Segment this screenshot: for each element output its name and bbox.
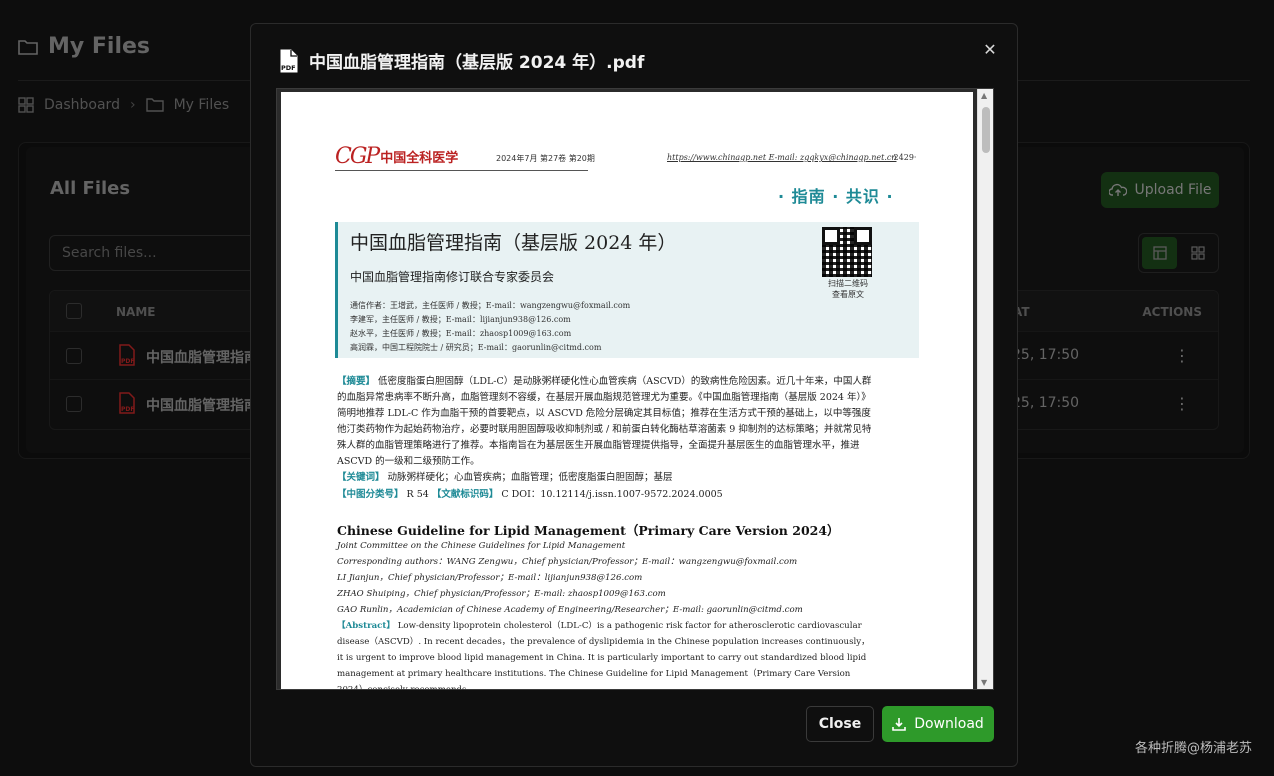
committee-cn: 中国血脂管理指南修订联合专家委员会 (350, 270, 555, 284)
pdf-preview-modal: PDF 中国血脂管理指南（基层版 2024 年）.pdf ✕ CGP 中国全科医… (250, 23, 1018, 767)
title-box: 中国血脂管理指南（基层版 2024 年） 中国血脂管理指南修订联合专家委员会 通… (335, 222, 919, 358)
modal-title: 中国血脂管理指南（基层版 2024 年）.pdf (309, 53, 645, 73)
pdf-viewer[interactable]: CGP 中国全科医学 2024年7月 第27卷 第20期 https://www… (276, 88, 994, 690)
pdf-file-icon: PDF (280, 49, 298, 72)
close-icon[interactable]: ✕ (981, 40, 999, 59)
classification: 【中图分类号】 R 54 【文献标识码】 C DOI：10.12114/j.is… (337, 489, 723, 500)
author-en: GAO Runlin，Academician of Chinese Academ… (337, 605, 803, 615)
abstract-cn: 【摘要】 低密度脂蛋白胆固醇（LDL-C）是动脉粥样硬化性心血管疾病（ASCVD… (337, 374, 873, 470)
abstract-text: 低密度脂蛋白胆固醇（LDL-C）是动脉粥样硬化性心血管疾病（ASCVD）的致病性… (337, 376, 872, 467)
close-button[interactable]: Close (806, 706, 874, 742)
journal-logo-mark: CGP (335, 144, 380, 169)
scrollbar[interactable]: ▲ ▼ (977, 89, 993, 689)
qr-caption: 扫描二维码 查看原文 (828, 279, 868, 299)
journal-logo: CGP 中国全科医学 (335, 144, 589, 171)
qr-code (822, 227, 872, 277)
download-icon (892, 718, 907, 731)
doc-title-cn: 中国血脂管理指南（基层版 2024 年） (350, 232, 677, 254)
abstract-en: 【Abstract】 Low-density lipoprotein chole… (337, 621, 870, 690)
author-en: ZHAO Shuiping，Chief physician/Professor；… (337, 589, 666, 599)
svg-text:PDF: PDF (281, 64, 296, 72)
journal-issue: 2024年7月 第27卷 第20期 (496, 154, 595, 163)
author-en: LI Jianjun，Chief physician/Professor；E-m… (337, 573, 643, 583)
page-number: ·2429· (891, 153, 917, 162)
section-label: · 指南 · 共识 · (778, 187, 894, 206)
keywords: 【关键词】 动脉粥样硬化；心血管疾病；血脂管理；低密度脂蛋白胆固醇；基层 (337, 472, 673, 483)
modal-header: PDF 中国血脂管理指南（基层版 2024 年）.pdf (279, 48, 644, 73)
author-line: 李建军，主任医师 / 教授；E-mail：lijianjun938@126.co… (350, 315, 571, 324)
author-line: 高润霖，中国工程院院士 / 研究员；E-mail：gaorunlin@citmd… (350, 343, 602, 352)
scroll-up-icon[interactable]: ▲ (981, 91, 987, 100)
pdf-page: CGP 中国全科医学 2024年7月 第27卷 第20期 https://www… (281, 92, 973, 690)
download-button[interactable]: Download (882, 706, 994, 742)
doc-title-en: Chinese Guideline for Lipid Management（P… (337, 523, 840, 538)
journal-url: https://www.chinagp.net E-mail: zgqkyx@c… (667, 153, 897, 162)
journal-name: 中国全科医学 (380, 151, 459, 166)
download-label: Download (914, 716, 984, 732)
committee-en: Joint Committee on the Chinese Guideline… (337, 541, 626, 551)
author-line: 通信作者：王增武，主任医师 / 教授；E-mail：wangzengwu@fox… (350, 301, 631, 310)
abstract-label: 【摘要】 (337, 376, 376, 387)
scrollbar-thumb[interactable] (982, 107, 990, 153)
author-line: 赵水平，主任医师 / 教授；E-mail：zhaosp1009@163.com (350, 329, 572, 338)
author-en: Corresponding authors：WANG Zengwu，Chief … (337, 557, 798, 567)
watermark: 各种折腾@杨浦老苏 (1134, 741, 1252, 756)
scroll-down-icon[interactable]: ▼ (981, 678, 987, 687)
